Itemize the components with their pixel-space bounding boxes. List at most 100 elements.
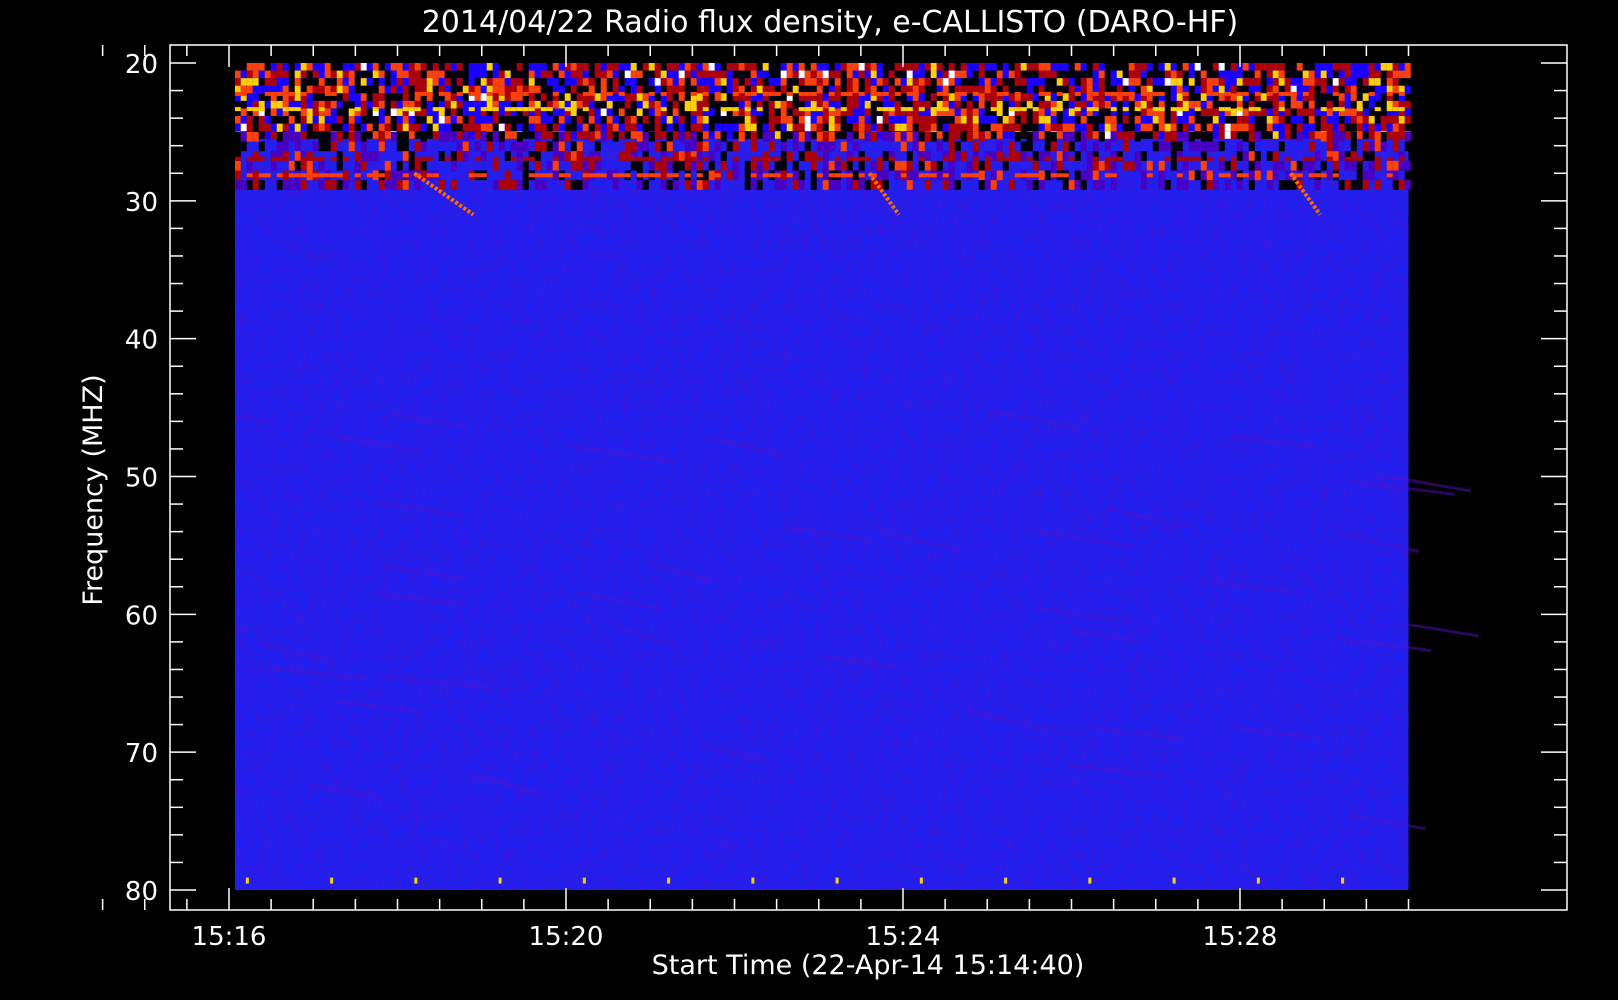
heatmap-cell <box>366 93 373 101</box>
heatmap-cell <box>1278 107 1285 112</box>
heatmap-cell <box>1308 173 1315 178</box>
heatmap-cell <box>726 131 733 139</box>
heatmap-cell <box>300 70 307 79</box>
heatmap-cell <box>1152 116 1159 124</box>
heatmap-cell <box>894 170 901 181</box>
heatmap-cell <box>1248 116 1255 124</box>
heatmap-cell <box>1050 116 1057 124</box>
heatmap-cell <box>480 107 487 112</box>
heatmap-cell <box>924 151 931 161</box>
heatmap-cell <box>1344 78 1351 86</box>
heatmap-cell <box>708 63 715 71</box>
heatmap-cell <box>1392 78 1399 86</box>
heatmap-cell <box>1080 108 1087 117</box>
heatmap-cell <box>300 108 307 117</box>
heatmap-cell <box>432 70 439 79</box>
heatmap-cell <box>558 123 565 132</box>
heatmap-cell <box>312 85 319 94</box>
heatmap-cell <box>840 160 847 171</box>
heatmap-cell <box>414 63 421 71</box>
heatmap-cell <box>990 63 997 71</box>
heatmap-cell <box>1242 116 1249 124</box>
heatmap-cell <box>966 100 973 109</box>
heatmap-cell <box>354 131 361 142</box>
heatmap-spike <box>751 877 755 884</box>
heatmap-cell <box>864 131 871 142</box>
heatmap-cell <box>936 78 943 86</box>
heatmap-cell <box>462 116 469 124</box>
heatmap-cell <box>798 123 805 132</box>
heatmap-cell <box>1194 63 1201 71</box>
heatmap-cell <box>1188 116 1195 124</box>
heatmap-cell <box>606 78 613 86</box>
heatmap-spike <box>498 877 502 884</box>
heatmap-cell <box>630 70 637 79</box>
heatmap-cell <box>462 141 469 152</box>
heatmap-cell <box>648 160 655 171</box>
heatmap-spike <box>667 877 671 884</box>
heatmap-cell <box>516 141 523 152</box>
heatmap-cell <box>696 100 703 109</box>
heatmap-cell <box>1230 170 1237 181</box>
heatmap-cell <box>432 131 439 139</box>
heatmap-cell <box>726 123 733 132</box>
heatmap-cell <box>1248 170 1255 181</box>
heatmap-cell <box>1344 70 1351 79</box>
heatmap-cell <box>990 116 997 124</box>
heatmap-cell <box>270 131 277 139</box>
heatmap-cell <box>252 156 259 161</box>
heatmap-cell <box>612 78 619 86</box>
heatmap-cell <box>1158 123 1165 132</box>
heatmap-cell <box>780 63 787 71</box>
heatmap-cell <box>756 170 763 181</box>
heatmap-cell <box>1032 173 1039 178</box>
heatmap-cell <box>1050 63 1057 71</box>
heatmap-cell <box>996 70 1003 79</box>
heatmap-cell <box>672 100 679 109</box>
heatmap-cell <box>606 63 613 71</box>
heatmap-cell <box>1278 123 1285 132</box>
heatmap-cell <box>1080 63 1087 71</box>
heatmap-cell <box>948 108 955 117</box>
heatmap-cell <box>276 141 283 152</box>
heatmap-cell <box>264 116 271 124</box>
heatmap-cell <box>402 173 409 178</box>
heatmap-cell <box>486 116 493 124</box>
heatmap-cell <box>540 141 547 152</box>
heatmap-spike <box>919 877 923 884</box>
heatmap-cell <box>1206 91 1213 96</box>
heatmap-cell <box>1038 116 1045 124</box>
heatmap-cell <box>1014 173 1021 178</box>
heatmap-cell <box>276 108 283 117</box>
heatmap-cell <box>972 91 979 96</box>
chart-title: 2014/04/22 Radio flux density, e-CALLIST… <box>422 5 1239 40</box>
heatmap-cell <box>1170 93 1177 101</box>
heatmap-cell <box>1164 93 1171 101</box>
heatmap-cell <box>648 116 655 124</box>
heatmap-cell <box>714 108 721 117</box>
heatmap-cell <box>732 70 739 79</box>
heatmap-cell <box>1038 123 1045 132</box>
heatmap-cell <box>1218 156 1225 161</box>
heatmap-spike <box>835 877 839 884</box>
heatmap-cell <box>678 123 685 132</box>
heatmap-cell <box>1164 63 1171 71</box>
heatmap-cell <box>1266 180 1273 190</box>
heatmap-cell <box>522 156 529 161</box>
heatmap-cell <box>1026 100 1033 109</box>
heatmap-cell <box>528 93 535 101</box>
heatmap-cell <box>738 93 745 101</box>
heatmap-cell <box>246 180 253 190</box>
heatmap-cell <box>792 78 799 86</box>
heatmap-cell <box>630 160 637 171</box>
heatmap-cell <box>558 141 565 152</box>
heatmap-cell <box>1032 85 1039 94</box>
heatmap-cell <box>1014 63 1021 71</box>
heatmap-cell <box>1368 108 1375 117</box>
heatmap-cell <box>1356 85 1363 94</box>
heatmap-cell <box>306 108 313 117</box>
heatmap-cell <box>876 107 883 112</box>
heatmap-cell <box>1140 108 1147 117</box>
heatmap-cell <box>504 70 511 79</box>
heatmap-cell <box>252 180 259 190</box>
